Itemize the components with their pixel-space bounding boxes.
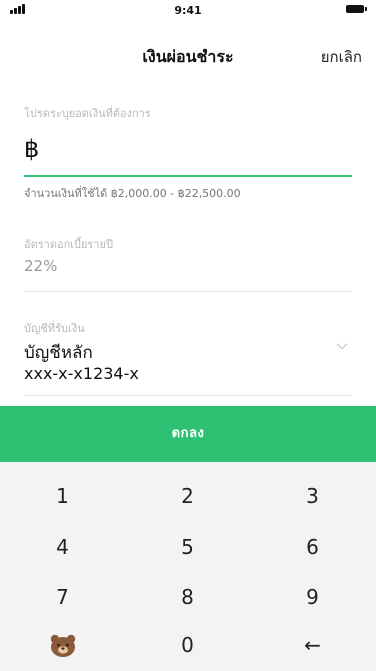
key-1[interactable]: 1: [0, 470, 125, 522]
status-time: 9:41: [174, 4, 202, 17]
key-9[interactable]: 9: [250, 571, 375, 623]
account-name: บัญชีหลัก: [24, 343, 93, 363]
interest-label: อัตราดอกเบี้ยรายปี: [24, 238, 113, 251]
divider: [24, 395, 352, 396]
sticker-key[interactable]: [0, 619, 125, 671]
account-number: xxx-x-x1234-x: [24, 364, 139, 383]
cancel-button[interactable]: ยกเลิก: [321, 45, 362, 69]
interest-value: 22%: [24, 257, 58, 275]
chevron-down-icon: [336, 343, 348, 350]
status-bar: 9:41: [0, 0, 376, 22]
page-title: เงินผ่อนชำระ: [142, 47, 234, 66]
key-3[interactable]: 3: [250, 470, 375, 522]
amount-input[interactable]: ฿: [24, 127, 352, 177]
key-5[interactable]: 5: [125, 521, 250, 573]
backspace-key[interactable]: ←: [250, 619, 375, 671]
amount-label: โปรดระบุยอดเงินที่ต้องการ: [24, 107, 151, 120]
key-7[interactable]: 7: [0, 571, 125, 623]
battery-icon: [346, 5, 367, 13]
nav-header: เงินผ่อนชำระ ยกเลิก: [0, 22, 376, 72]
installment-screen: 9:41 เงินผ่อนชำระ ยกเลิก โปรดระบุยอดเงิน…: [0, 0, 376, 671]
bear-face-icon: [50, 634, 75, 657]
baht-symbol: ฿: [24, 135, 40, 163]
key-4[interactable]: 4: [0, 521, 125, 573]
key-0[interactable]: 0: [125, 619, 250, 671]
confirm-button[interactable]: ตกลง: [0, 406, 376, 462]
key-8[interactable]: 8: [125, 571, 250, 623]
divider: [24, 291, 352, 292]
numeric-keypad: 1 2 3 4 5 6 7 8 9 0 ←: [0, 462, 376, 671]
key-6[interactable]: 6: [250, 521, 375, 573]
key-2[interactable]: 2: [125, 470, 250, 522]
amount-hint: จำนวนเงินที่ใช้ได้ ฿2,000.00 - ฿22,500.0…: [24, 187, 241, 200]
